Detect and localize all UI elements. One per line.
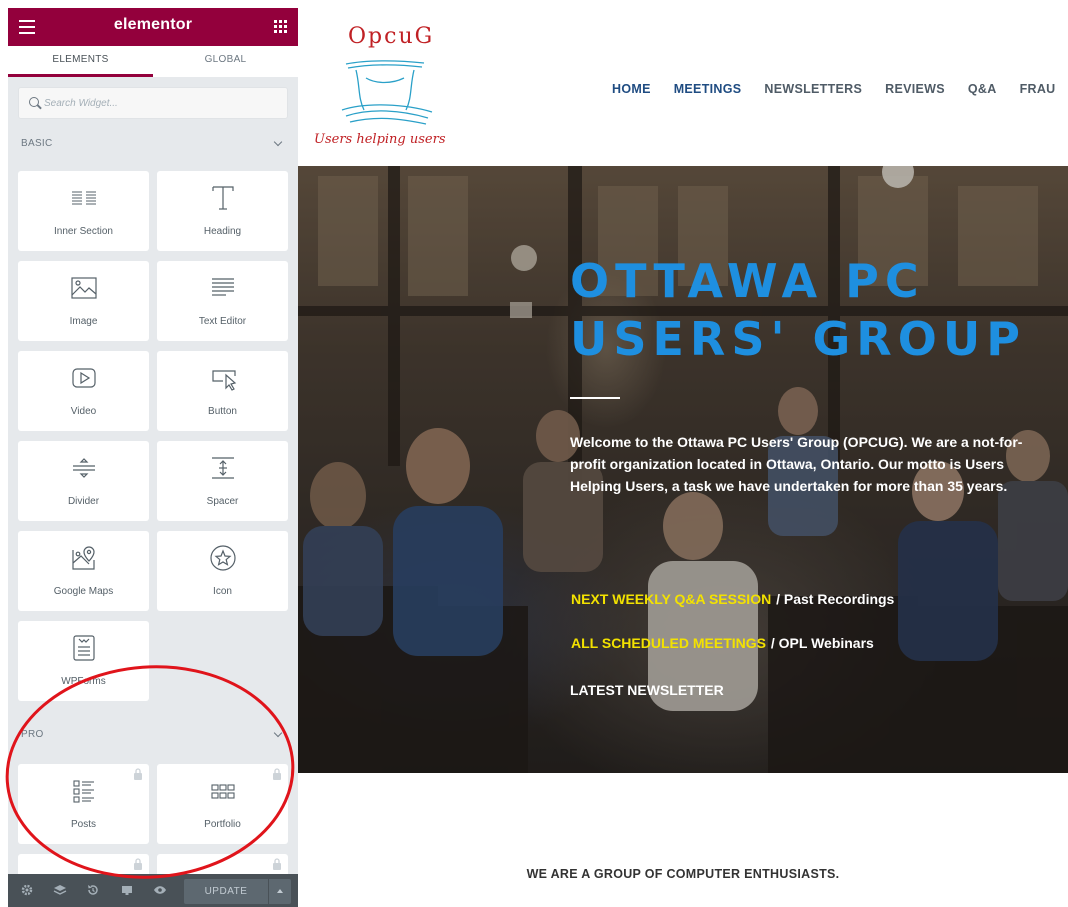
navigator-layers-icon[interactable] bbox=[53, 883, 67, 897]
opl-webinars-link[interactable]: / OPL Webinars bbox=[767, 635, 874, 651]
lock-icon bbox=[134, 858, 142, 870]
history-icon[interactable] bbox=[86, 883, 100, 897]
responsive-desktop-icon[interactable] bbox=[120, 883, 134, 897]
chevron-down-icon[interactable] bbox=[273, 137, 283, 147]
hero-link-row-2: ALL SCHEDULED MEETINGS / OPL Webinars bbox=[570, 635, 874, 651]
hero-divider bbox=[570, 397, 620, 399]
elementor-panel: elementor ELEMENTS GLOBAL BASIC Inner Se… bbox=[8, 8, 298, 907]
update-button[interactable]: UPDATE bbox=[184, 879, 268, 904]
hero-title-line2: USERS' GROUP bbox=[570, 312, 1026, 366]
tab-elements[interactable]: ELEMENTS bbox=[8, 46, 153, 77]
button-cursor-icon bbox=[211, 370, 236, 391]
divider-icon bbox=[72, 458, 95, 478]
widget-label: Inner Section bbox=[54, 226, 113, 237]
nav-newsletters[interactable]: NEWSLETTERS bbox=[764, 82, 862, 96]
search-widget-box bbox=[18, 87, 288, 119]
nav-reviews[interactable]: REVIEWS bbox=[885, 82, 945, 96]
scheduled-meetings-link[interactable]: ALL SCHEDULED MEETINGS bbox=[570, 635, 767, 651]
lock-icon bbox=[134, 768, 142, 780]
widget-button[interactable]: Button bbox=[157, 351, 288, 431]
panel-tabs: ELEMENTS GLOBAL bbox=[8, 46, 298, 77]
elementor-logo: elementor bbox=[113, 16, 193, 33]
site-logo[interactable]: OpcuG Users helping users bbox=[312, 14, 472, 164]
widget-label: Spacer bbox=[206, 496, 239, 507]
widget-text-editor[interactable]: Text Editor bbox=[157, 261, 288, 341]
star-icon bbox=[209, 545, 236, 571]
latest-newsletter-link[interactable]: LATEST NEWSLETTER bbox=[570, 682, 724, 698]
widget-image[interactable]: Image bbox=[18, 261, 149, 341]
widget-divider[interactable]: Divider bbox=[18, 441, 149, 521]
hero-intro-text: Welcome to the Ottawa PC Users' Group (O… bbox=[570, 434, 1023, 494]
settings-gear-icon[interactable] bbox=[20, 883, 34, 897]
widget-label: Divider bbox=[67, 496, 100, 507]
widget-label: Video bbox=[70, 406, 97, 417]
widget-label: Google Maps bbox=[53, 586, 114, 597]
image-icon bbox=[70, 277, 97, 299]
category-pro-title[interactable]: PRO bbox=[21, 729, 44, 740]
nav-meetings[interactable]: MEETINGS bbox=[674, 82, 742, 96]
widget-label: Image bbox=[69, 316, 98, 327]
widget-icon[interactable]: Icon bbox=[157, 531, 288, 611]
wpforms-icon bbox=[72, 635, 95, 661]
widget-label: Text Editor bbox=[198, 316, 247, 327]
past-recordings-link[interactable]: / Past Recordings bbox=[772, 591, 894, 607]
hero-link-row-3: LATEST NEWSLETTER bbox=[570, 682, 724, 698]
panel-header: elementor bbox=[8, 8, 298, 46]
widgets-grid-icon[interactable] bbox=[274, 20, 287, 33]
widget-label: WPForms bbox=[61, 676, 106, 687]
preview-eye-icon[interactable] bbox=[153, 883, 167, 897]
next-qa-session-link[interactable]: NEXT WEEKLY Q&A SESSION bbox=[570, 591, 772, 607]
portfolio-grid-icon bbox=[210, 784, 235, 799]
posts-icon bbox=[72, 780, 94, 803]
update-options-button[interactable] bbox=[269, 879, 291, 904]
heading-icon bbox=[211, 186, 234, 210]
logo-tagline: Users helping users bbox=[314, 132, 446, 147]
hero-section: OTTAWA PC USERS' GROUP Welcome to the Ot… bbox=[298, 166, 1068, 773]
nav-home[interactable]: HOME bbox=[612, 82, 651, 96]
logo-scroll-graphic bbox=[341, 60, 433, 125]
nav-qa[interactable]: Q&A bbox=[968, 82, 997, 96]
main-navigation: HOME MEETINGS NEWSLETTERS REVIEWS Q&A FRAU bbox=[612, 78, 1068, 97]
widget-label: Posts bbox=[70, 819, 96, 830]
map-pin-icon bbox=[71, 546, 95, 570]
nav-fraud[interactable]: FRAU bbox=[1020, 82, 1056, 96]
video-play-icon bbox=[71, 368, 96, 388]
tab-global[interactable]: GLOBAL bbox=[153, 46, 298, 77]
lock-icon bbox=[273, 768, 281, 780]
search-icon bbox=[29, 97, 39, 107]
site-tagline-heading: WE ARE A GROUP OF COMPUTER ENTHUSIASTS. bbox=[526, 867, 840, 881]
category-basic-title[interactable]: BASIC bbox=[21, 138, 53, 149]
widget-inner-section[interactable]: Inner Section bbox=[18, 171, 149, 251]
widget-label: Icon bbox=[213, 586, 232, 597]
widget-spacer[interactable]: Spacer bbox=[157, 441, 288, 521]
widget-video[interactable]: Video bbox=[18, 351, 149, 431]
hero-link-row-1: NEXT WEEKLY Q&A SESSION / Past Recording… bbox=[570, 591, 894, 607]
widget-label: Heading bbox=[203, 226, 242, 237]
site-preview: OpcuG Users helping users HOME MEETINGS NE… bbox=[298, 8, 1068, 907]
widget-posts[interactable]: Posts bbox=[18, 764, 149, 844]
search-widget-input[interactable] bbox=[44, 88, 284, 118]
widget-label: Button bbox=[208, 406, 237, 417]
lock-icon bbox=[273, 858, 281, 870]
text-editor-icon bbox=[211, 278, 234, 296]
panel-footer: UPDATE bbox=[8, 874, 298, 907]
spacer-icon bbox=[211, 457, 234, 479]
chevron-down-icon[interactable] bbox=[273, 728, 283, 738]
widget-google-maps[interactable]: Google Maps bbox=[18, 531, 149, 611]
widget-portfolio[interactable]: Portfolio bbox=[157, 764, 288, 844]
widget-wpforms[interactable]: WPForms bbox=[18, 621, 149, 701]
widget-heading[interactable]: Heading bbox=[157, 171, 288, 251]
inner-section-icon bbox=[71, 191, 96, 205]
logo-wordmark: OpcuG bbox=[348, 24, 435, 49]
hero-title-line1: OTTAWA PC bbox=[570, 254, 925, 308]
widget-label: Portfolio bbox=[204, 819, 241, 830]
